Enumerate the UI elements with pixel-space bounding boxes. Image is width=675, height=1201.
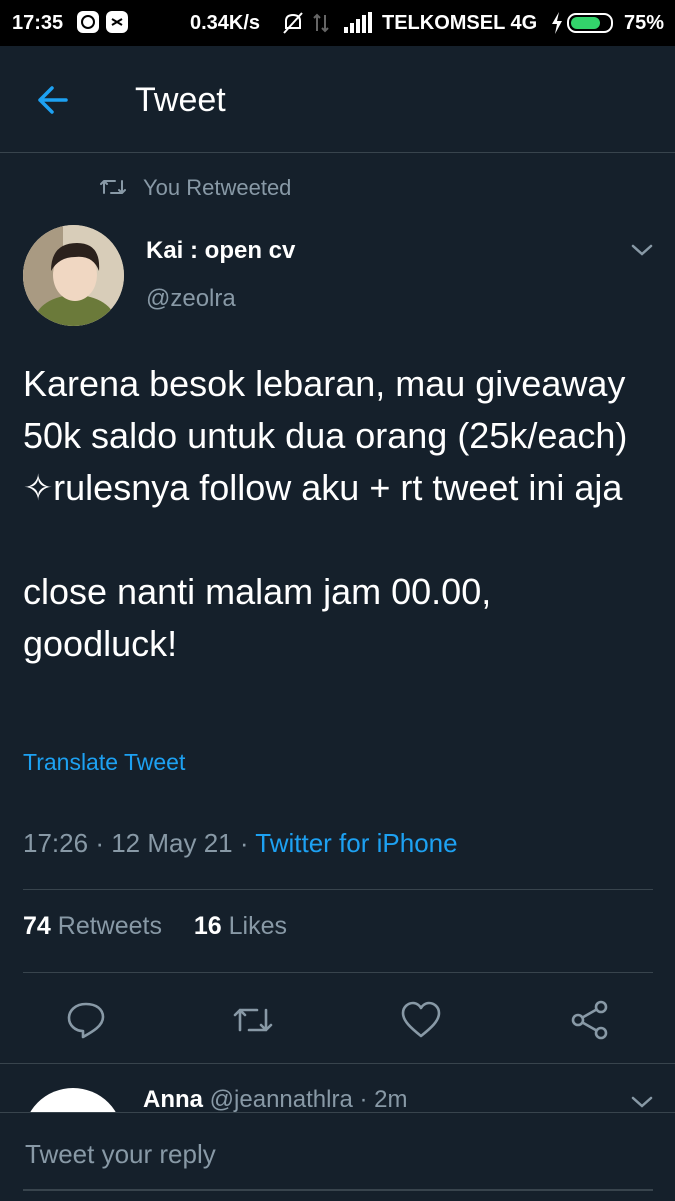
like-icon[interactable] <box>399 998 443 1042</box>
retweet-icon[interactable] <box>231 998 275 1042</box>
network-speed: 0.34K/s <box>190 12 261 34</box>
meta-separator: · <box>95 828 112 858</box>
reply-author-name: Anna <box>143 1086 203 1113</box>
carrier-label: TELKOMSEL 4G <box>382 12 538 34</box>
retweet-label: Retweets <box>57 912 162 940</box>
reply-time: 2m <box>374 1086 408 1113</box>
translate-tweet-link[interactable]: Translate Tweet <box>23 749 185 776</box>
app-notification-icon <box>106 11 128 39</box>
top-app-bar: Tweet <box>0 46 675 153</box>
divider <box>23 889 653 890</box>
likes-stat[interactable]: 16 Likes <box>194 912 287 940</box>
tweet-time: 17:26 <box>23 828 89 858</box>
battery-icon <box>567 13 613 33</box>
reply-author-handle: @jeannathlra <box>209 1086 353 1113</box>
divider <box>23 972 653 973</box>
tweet-meta: 17:26 · 12 May 21 · Twitter for iPhone <box>23 828 458 859</box>
status-bar: 17:35 0.34K/s TELKOMSEL 4G 75% <box>0 0 675 46</box>
status-time: 17:35 <box>12 12 64 34</box>
reply-composer <box>0 1112 675 1201</box>
whatsapp-icon <box>77 11 99 39</box>
meta-separator: · <box>359 1086 368 1113</box>
retweet-context-label: You Retweeted <box>143 175 292 200</box>
avatar[interactable] <box>23 225 124 326</box>
retweets-stat[interactable]: 74 Retweets <box>23 912 162 940</box>
share-icon[interactable] <box>568 998 612 1042</box>
data-arrows-icon <box>312 11 330 41</box>
back-arrow-icon[interactable] <box>34 80 74 120</box>
meta-separator: · <box>239 828 256 858</box>
page-title: Tweet <box>135 81 226 119</box>
like-label: Likes <box>228 912 288 940</box>
retweet-count: 74 <box>23 912 51 940</box>
tweet-date: 12 May 21 <box>111 828 233 858</box>
reply-icon[interactable] <box>64 998 108 1042</box>
retweet-small-icon <box>100 180 126 194</box>
author-handle[interactable]: @zeolra <box>146 285 236 313</box>
charging-icon <box>550 12 564 40</box>
input-underline <box>23 1189 653 1191</box>
divider <box>0 1063 675 1064</box>
tweet-text: Karena besok lebaran, mau giveaway 50k s… <box>23 363 628 664</box>
chevron-down-icon[interactable] <box>630 242 654 263</box>
like-count: 16 <box>193 912 222 940</box>
signal-icon <box>344 12 372 40</box>
reply-input[interactable] <box>23 1131 627 1177</box>
author-name[interactable]: Kai : open cv <box>146 237 295 265</box>
battery-percent: 75% <box>624 12 665 34</box>
tweet-source-link[interactable]: Twitter for iPhone <box>255 828 457 858</box>
engagement-stats: 74 Retweets 16 Likes <box>23 912 287 941</box>
reply-header[interactable]: Anna @jeannathlra · 2m <box>143 1086 407 1114</box>
mute-bell-icon <box>282 11 304 41</box>
